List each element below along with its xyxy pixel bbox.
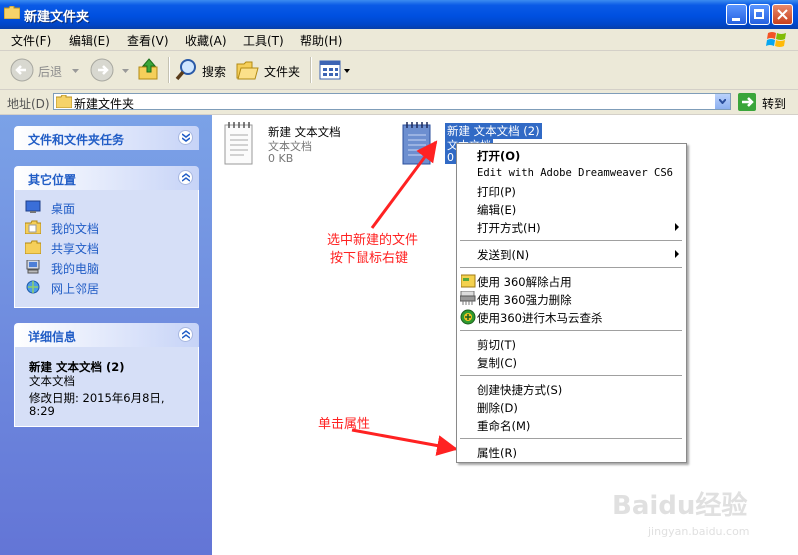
arrow-to-file bbox=[370, 140, 438, 229]
menu-separator bbox=[460, 267, 682, 268]
menu-360-shred[interactable]: 使用 360强力删除 bbox=[477, 292, 572, 308]
menu-separator bbox=[460, 330, 682, 331]
menu-create-shortcut[interactable]: 创建快捷方式(S) bbox=[477, 382, 562, 398]
menu-cut[interactable]: 剪切(T) bbox=[477, 337, 516, 353]
menu-separator bbox=[460, 240, 682, 241]
unlock-360-icon bbox=[461, 274, 476, 288]
menu-delete[interactable]: 删除(D) bbox=[477, 400, 518, 416]
menu-print[interactable]: 打印(P) bbox=[477, 184, 516, 200]
menu-rename[interactable]: 重命名(M) bbox=[477, 418, 530, 434]
menu-open-with[interactable]: 打开方式(H) bbox=[477, 220, 541, 236]
menu-copy[interactable]: 复制(C) bbox=[477, 355, 517, 371]
arrow-to-properties bbox=[351, 428, 459, 456]
menu-separator bbox=[460, 438, 682, 439]
menu-open[interactable]: 打开(O) bbox=[477, 148, 520, 164]
shredder-icon bbox=[460, 291, 476, 305]
menu-360-scan[interactable]: 使用360进行木马云查杀 bbox=[477, 310, 602, 326]
menu-360-unlock[interactable]: 使用 360解除占用 bbox=[477, 274, 572, 290]
menu-send-to[interactable]: 发送到(N) bbox=[477, 247, 529, 263]
menu-separator bbox=[460, 375, 682, 376]
context-menu: 打开(O) Edit with Adobe Dreamweaver CS6 打印… bbox=[456, 143, 687, 463]
360-scan-icon bbox=[460, 309, 476, 325]
submenu-arrow-icon bbox=[675, 223, 679, 231]
menu-edit-dreamweaver[interactable]: Edit with Adobe Dreamweaver CS6 bbox=[477, 167, 673, 179]
submenu-arrow-icon bbox=[675, 250, 679, 258]
menu-edit[interactable]: 编辑(E) bbox=[477, 202, 516, 218]
menu-properties[interactable]: 属性(R) bbox=[477, 445, 517, 461]
